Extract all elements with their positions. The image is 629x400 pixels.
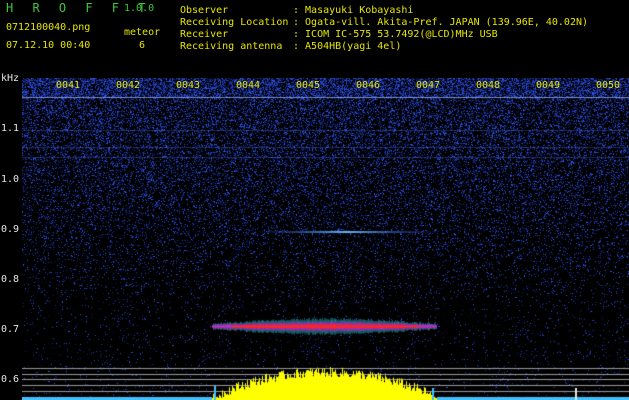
info-value-antenna: : A504HB(yagi 4el)	[293, 41, 402, 52]
hroft-window: H R O F F T 1.0.0 0712100040.png meteor …	[0, 0, 629, 400]
counter-value: 6	[139, 40, 146, 51]
y-tick-label: 0.6	[1, 374, 20, 385]
x-tick-label: 0043	[176, 80, 201, 91]
x-tick-label: 0044	[236, 80, 261, 91]
x-tick-label: 0048	[476, 80, 501, 91]
info-label-receiver: Receiver	[180, 29, 229, 40]
x-tick-label: 0045	[296, 80, 321, 91]
y-tick-label: 1.0	[1, 174, 20, 185]
x-tick-label: 0042	[116, 80, 141, 91]
counter-label: meteor	[124, 27, 161, 38]
y-tick-label: 0.7	[1, 324, 20, 335]
info-label-antenna: Receiving antenna	[180, 41, 283, 52]
info-label-observer: Observer	[180, 5, 229, 16]
y-tick-label: 0.8	[1, 274, 20, 285]
y-tick-label: 1.1	[1, 123, 20, 134]
version-label: 1.0.0	[124, 3, 155, 14]
info-value-receiver: : ICOM IC-575 53.7492(@LCD)MHz USB	[293, 29, 498, 40]
x-tick-label: 0046	[356, 80, 381, 91]
info-value-observer: : Masayuki Kobayashi	[293, 5, 414, 16]
info-label-location: Receiving Location	[180, 17, 289, 28]
y-axis-unit: kHz	[1, 73, 20, 84]
datetime-label: 07.12.10 00:40	[6, 40, 91, 51]
y-tick-label: 0.9	[1, 224, 20, 235]
x-tick-label: 0047	[416, 80, 441, 91]
x-tick-label: 0049	[536, 80, 561, 91]
filename-label: 0712100040.png	[6, 22, 91, 33]
info-value-location: : Ogata-vill. Akita-Pref. JAPAN (139.96E…	[293, 17, 589, 28]
x-tick-label: 0050	[596, 80, 621, 91]
x-tick-label: 0041	[56, 80, 81, 91]
spectrogram-canvas	[22, 78, 629, 400]
